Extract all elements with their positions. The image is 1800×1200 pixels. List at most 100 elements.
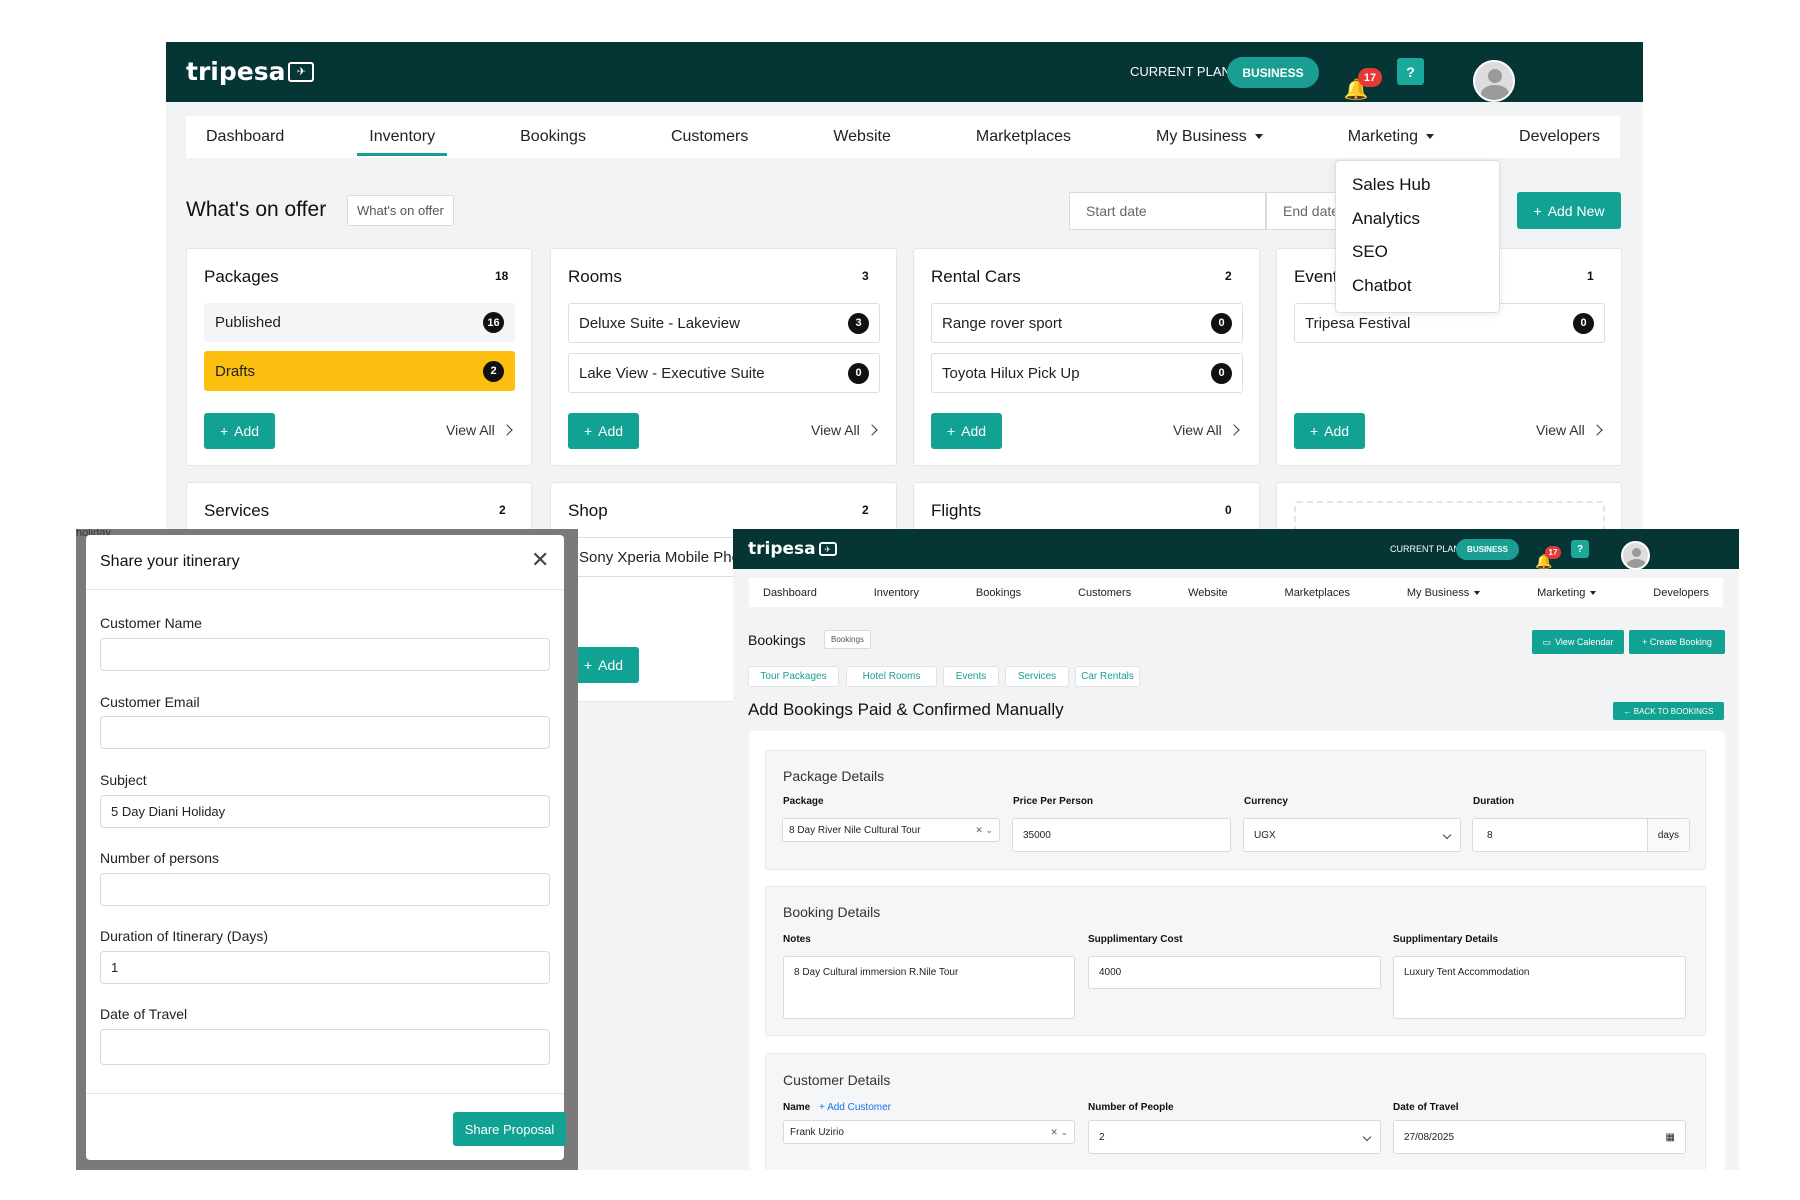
nav-customers[interactable]: Customers	[671, 128, 748, 146]
nav-customers[interactable]: Customers	[1078, 587, 1131, 599]
supp-cost-input[interactable]: 4000	[1088, 956, 1381, 989]
nav-my-business[interactable]: My Business	[1156, 128, 1263, 146]
add-button[interactable]: + Add	[1294, 413, 1365, 449]
calendar-icon: ▭	[1542, 636, 1552, 647]
view-all-link[interactable]: View All	[1173, 422, 1240, 438]
clear-icon[interactable]: ✕ ⌄	[1050, 1127, 1068, 1138]
list-item[interactable]: Toyota Hilux Pick Up 0	[931, 353, 1243, 393]
tab-car-rentals[interactable]: Car Rentals	[1075, 666, 1140, 687]
user-avatar[interactable]	[1473, 60, 1515, 102]
share-proposal-button[interactable]: Share Proposal	[453, 1112, 566, 1146]
duration-input[interactable]: 8 days	[1472, 818, 1690, 852]
persons-input[interactable]	[100, 873, 550, 906]
marketing-dropdown: Sales Hub Analytics SEO Chatbot	[1335, 160, 1500, 313]
clear-icon[interactable]: ✕ ⌄	[975, 825, 993, 836]
nav-my-business[interactable]: My Business	[1407, 587, 1481, 599]
list-item[interactable]: Drafts 2	[204, 351, 515, 391]
supp-details-textarea[interactable]: Luxury Tent Accommodation	[1393, 956, 1686, 1019]
view-calendar-button[interactable]: ▭ View Calendar	[1532, 630, 1624, 654]
tab-events[interactable]: Events	[943, 666, 999, 687]
customer-name-input[interactable]	[100, 638, 550, 671]
customer-email-input[interactable]	[100, 716, 550, 749]
nav-website[interactable]: Website	[1188, 587, 1228, 599]
duration-input[interactable]: 1	[100, 951, 550, 984]
create-booking-button[interactable]: + Create Booking	[1629, 630, 1725, 654]
subject-input[interactable]: 5 Day Diani Holiday	[100, 795, 550, 828]
currency-select[interactable]: UGX	[1243, 818, 1461, 852]
tripesa-logo[interactable]: tripesa ✈	[186, 57, 315, 86]
help-button[interactable]: ?	[1397, 58, 1424, 85]
nav-dashboard[interactable]: Dashboard	[763, 587, 817, 599]
package-label: Package	[783, 796, 824, 807]
view-all-link[interactable]: View All	[1536, 422, 1603, 438]
nav-developers[interactable]: Developers	[1653, 587, 1709, 599]
card-count: 2	[1225, 269, 1232, 283]
nav-marketplaces[interactable]: Marketplaces	[976, 128, 1071, 146]
nav-developers[interactable]: Developers	[1519, 128, 1600, 146]
view-all-link[interactable]: View All	[811, 422, 878, 438]
start-date-input[interactable]: Start date	[1069, 192, 1266, 230]
menu-item-analytics[interactable]: Analytics	[1352, 209, 1420, 229]
nav-inventory[interactable]: Inventory	[357, 128, 447, 156]
duration-label: Duration	[1473, 796, 1515, 807]
nav-website[interactable]: Website	[833, 128, 891, 146]
list-item[interactable]: Deluxe Suite - Lakeview 3	[568, 303, 880, 343]
nav-marketing[interactable]: Marketing	[1348, 128, 1435, 146]
currency-label: Currency	[1244, 796, 1288, 807]
list-item[interactable]: Lake View - Executive Suite 0	[568, 353, 880, 393]
tripesa-logo[interactable]: tripesa ✈	[748, 539, 837, 559]
nav-marketplaces[interactable]: Marketplaces	[1285, 587, 1350, 599]
nav-marketing[interactable]: Marketing	[1537, 587, 1597, 599]
menu-item-chatbot[interactable]: Chatbot	[1352, 276, 1412, 296]
list-item[interactable]: Published 16	[204, 303, 515, 342]
add-button[interactable]: + Add	[568, 413, 639, 449]
price-input[interactable]: 35000	[1012, 818, 1231, 852]
avatar-body	[1481, 85, 1509, 100]
user-avatar[interactable]	[1621, 540, 1650, 570]
plan-badge[interactable]: BUSINESS	[1456, 539, 1519, 560]
list-item[interactable]: Range rover sport 0	[931, 303, 1243, 343]
modal-header: Share your itinerary ✕	[86, 535, 564, 590]
close-icon[interactable]: ✕	[531, 547, 549, 573]
plan-badge[interactable]: BUSINESS	[1227, 57, 1319, 88]
travel-date-input[interactable]: 27/08/2025 ▦	[1393, 1120, 1686, 1154]
breadcrumb[interactable]: What's on offer	[347, 195, 454, 226]
supp-details-label: Supplimentary Details	[1393, 934, 1499, 945]
page-title: Bookings	[748, 632, 806, 648]
package-select[interactable]: 8 Day River Nile Cultural Tour ✕ ⌄	[782, 818, 1000, 842]
nav-dashboard[interactable]: Dashboard	[206, 128, 284, 146]
add-button[interactable]: + Add	[568, 647, 639, 683]
menu-item-sales-hub[interactable]: Sales Hub	[1352, 175, 1430, 195]
nav-bookings[interactable]: Bookings	[976, 587, 1021, 599]
view-all-link[interactable]: View All	[446, 422, 513, 438]
add-button[interactable]: + Add	[931, 413, 1002, 449]
card-title: Flights	[931, 501, 982, 520]
notes-label: Notes	[783, 934, 811, 945]
plus-icon: +	[1309, 423, 1319, 439]
chevron-right-icon	[501, 424, 513, 436]
breadcrumb[interactable]: Bookings	[824, 630, 871, 649]
chevron-down-icon	[1254, 134, 1263, 140]
add-button[interactable]: + Add	[204, 413, 275, 449]
bell-icon[interactable]: 🔔 17	[1535, 546, 1561, 570]
travel-date-input[interactable]	[100, 1029, 550, 1065]
nav-bookings[interactable]: Bookings	[520, 128, 586, 146]
top-bar: tripesa ✈ CURRENT PLAN BUSINESS 🔔 17 ?	[166, 42, 1643, 102]
help-button[interactable]: ?	[1571, 540, 1589, 558]
tab-tour-packages[interactable]: Tour Packages	[748, 666, 839, 687]
customer-name-label: Customer Name	[100, 615, 202, 631]
people-select[interactable]: 2	[1088, 1120, 1381, 1154]
menu-item-seo[interactable]: SEO	[1352, 242, 1388, 262]
bell-icon[interactable]: 🔔 17	[1344, 68, 1382, 102]
card-count: 2	[862, 503, 869, 517]
add-customer-link[interactable]: + Add Customer	[819, 1102, 891, 1113]
tab-services[interactable]: Services	[1005, 666, 1069, 687]
notes-textarea[interactable]: 8 Day Cultural immersion R.Nile Tour	[783, 956, 1075, 1019]
nav-inventory[interactable]: Inventory	[874, 587, 919, 599]
logo-mark-icon: ✈	[288, 61, 315, 82]
calendar-icon[interactable]: ▦	[1666, 1132, 1675, 1143]
customer-select[interactable]: Frank Uzirio ✕ ⌄	[783, 1120, 1075, 1144]
add-new-button[interactable]: + Add New	[1517, 192, 1621, 229]
back-to-bookings-button[interactable]: ← BACK TO BOOKINGS	[1613, 702, 1724, 720]
tab-hotel-rooms[interactable]: Hotel Rooms	[846, 666, 937, 687]
